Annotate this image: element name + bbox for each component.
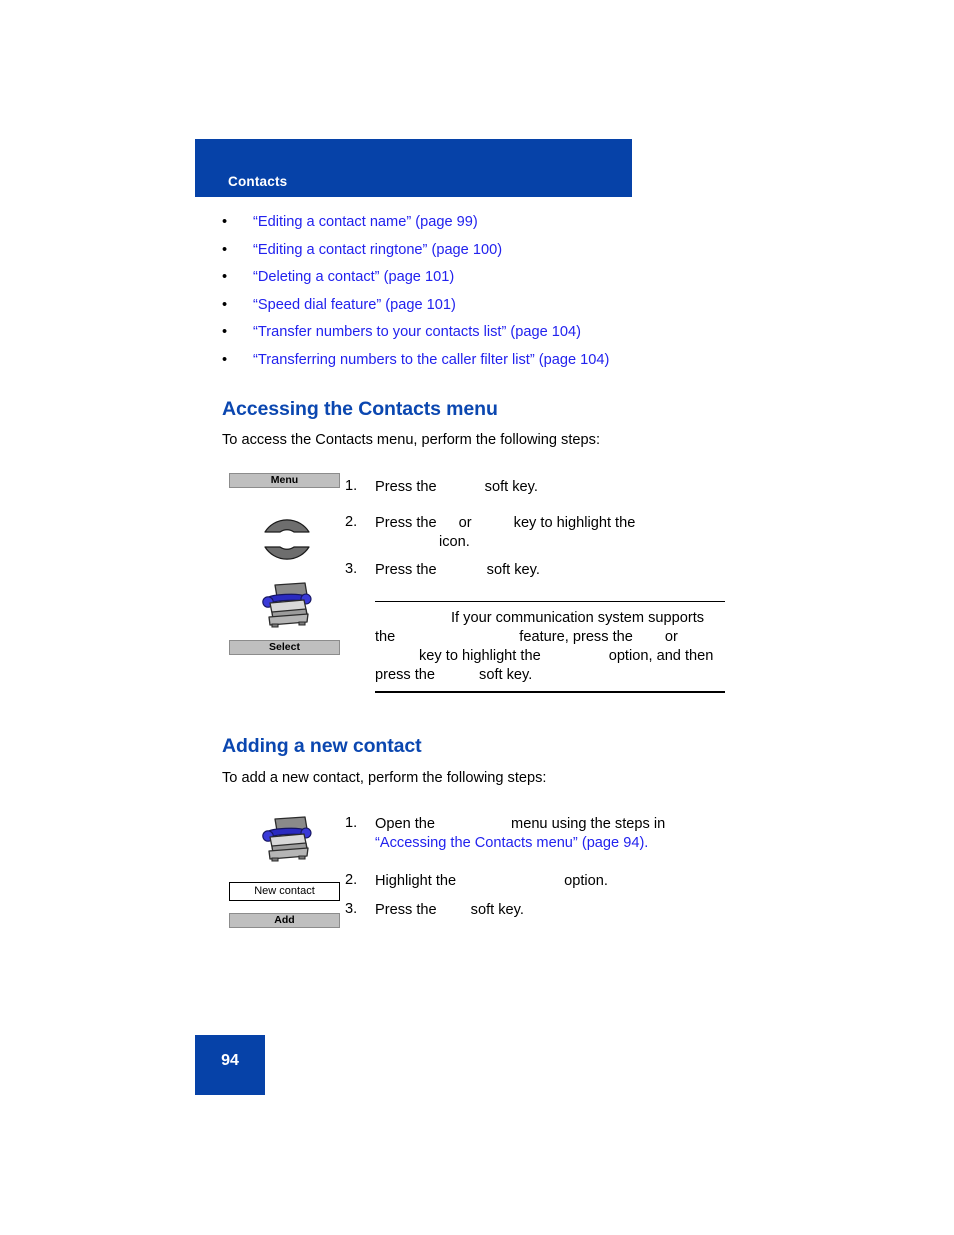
note-text-part: feature, press the — [519, 629, 633, 645]
link-text[interactable]: “Deleting a contact” (page 101) — [253, 269, 454, 285]
cross-reference-link[interactable]: “Accessing the Contacts menu” (page 94). — [375, 835, 648, 851]
list-item[interactable]: • “Deleting a contact” (page 101) — [222, 269, 742, 286]
step-item: 2. Press the or key to highlight the icon. — [345, 514, 745, 561]
list-item[interactable]: • “Editing a contact name” (page 99) — [222, 214, 742, 231]
select-soft-key-label: Select — [269, 641, 300, 653]
bullet-icon: • — [222, 351, 228, 368]
select-soft-key[interactable]: Select — [229, 640, 340, 655]
page-title: Adding a new contact — [222, 735, 422, 757]
cross-reference-list: • “Editing a contact name” (page 99) • “… — [222, 214, 742, 369]
note-text-part: key to highlight the — [419, 648, 541, 664]
link-text[interactable]: “Editing a contact name” (page 99) — [253, 214, 478, 230]
navigation-down-key-icon[interactable] — [261, 546, 313, 571]
page-title: Accessing the Contacts menu — [222, 398, 498, 420]
page-content: • “Editing a contact name” (page 99) • “… — [222, 214, 742, 379]
step-text-part: menu using the steps in — [511, 816, 666, 832]
step-number: 1. — [345, 815, 358, 831]
new-contact-label: New contact — [254, 885, 315, 897]
step-text-part: soft key. — [484, 479, 538, 495]
note-text-part: option, and then — [608, 648, 714, 664]
step-number: 1. — [345, 478, 358, 494]
step-text-part: Press the — [375, 479, 437, 495]
page-number-badge: 94 — [195, 1035, 265, 1095]
step-item: 1. Press the soft key. — [345, 478, 745, 514]
chapter-header-band: Contacts — [195, 139, 632, 197]
step-item: 3. Press the soft key. — [345, 901, 745, 920]
step-text-part: icon. — [439, 534, 470, 550]
note-text-part: the — [375, 629, 396, 645]
section-intro-text: To access the Contacts menu, perform the… — [222, 432, 600, 448]
step-text-part: Press the — [375, 562, 437, 578]
link-text[interactable]: “Transferring numbers to the caller filt… — [253, 352, 609, 368]
step-text-part: Open the — [375, 816, 436, 832]
step-text-part: key to highlight the — [513, 515, 636, 531]
step-text-part: option. — [564, 873, 608, 889]
step-text-part: soft key. — [470, 902, 524, 918]
step-text-part: or — [458, 515, 472, 531]
add-soft-key[interactable]: Add — [229, 913, 340, 928]
page-number: 94 — [221, 1052, 239, 1069]
bullet-icon: • — [222, 296, 228, 313]
note-callout: If your communication system supports th… — [375, 601, 725, 693]
bullet-icon: • — [222, 324, 228, 340]
section-intro-text: To add a new contact, perform the follow… — [222, 770, 547, 786]
bullet-icon: • — [222, 241, 228, 258]
note-bottom-rule — [375, 691, 725, 693]
note-text-part: soft key. — [479, 667, 533, 683]
note-text-part: If your communication system supports — [451, 610, 705, 626]
step-item: 1. Open the menu using the steps in “Acce… — [345, 815, 745, 872]
navigation-up-key-icon[interactable] — [261, 508, 313, 533]
menu-soft-key[interactable]: Menu — [229, 473, 340, 488]
list-item[interactable]: • “Transfer numbers to your contacts lis… — [222, 324, 742, 341]
step-text-part: Press the — [375, 515, 437, 531]
step-number: 2. — [345, 514, 358, 530]
link-text[interactable]: “Transfer numbers to your contacts list”… — [253, 324, 581, 340]
list-item[interactable]: • “Speed dial feature” (page 101) — [222, 297, 742, 314]
bullet-icon: • — [222, 214, 228, 230]
contacts-rolodex-icon — [258, 815, 316, 863]
list-item[interactable]: • “Editing a contact ringtone” (page 100… — [222, 242, 742, 259]
steps-list-adding: 1. Open the menu using the steps in “Acce… — [345, 815, 745, 920]
note-text-part: or — [664, 629, 678, 645]
step-text-part: soft key. — [486, 562, 540, 578]
section-adding-new-contact: Adding a new contact — [222, 735, 742, 758]
step-item: 2. Highlight the option. — [345, 872, 745, 901]
link-text[interactable]: “Editing a contact ringtone” (page 100) — [253, 242, 502, 258]
note-text-part: press the — [375, 667, 436, 683]
menu-soft-key-label: Menu — [270, 474, 299, 486]
add-soft-key-label: Add — [274, 914, 295, 926]
list-item[interactable]: • “Transferring numbers to the caller fi… — [222, 352, 742, 369]
bullet-icon: • — [222, 269, 228, 285]
link-text[interactable]: “Speed dial feature” (page 101) — [253, 297, 456, 313]
step-text-part: Highlight the — [375, 873, 457, 889]
contacts-rolodex-icon — [258, 581, 316, 629]
step-number: 3. — [345, 901, 358, 917]
step-number: 3. — [345, 561, 358, 577]
step-item: 3. Press the soft key. — [345, 561, 745, 580]
step-number: 2. — [345, 872, 358, 888]
steps-list-accessing: 1. Press the soft key. 2. Press the or key … — [345, 478, 745, 580]
chapter-title: Contacts — [228, 174, 288, 189]
step-text-part: Press the — [375, 902, 437, 918]
new-contact-menu-option[interactable]: New contact — [229, 882, 340, 901]
section-accessing-contacts-menu: Accessing the Contacts menu — [222, 398, 742, 421]
